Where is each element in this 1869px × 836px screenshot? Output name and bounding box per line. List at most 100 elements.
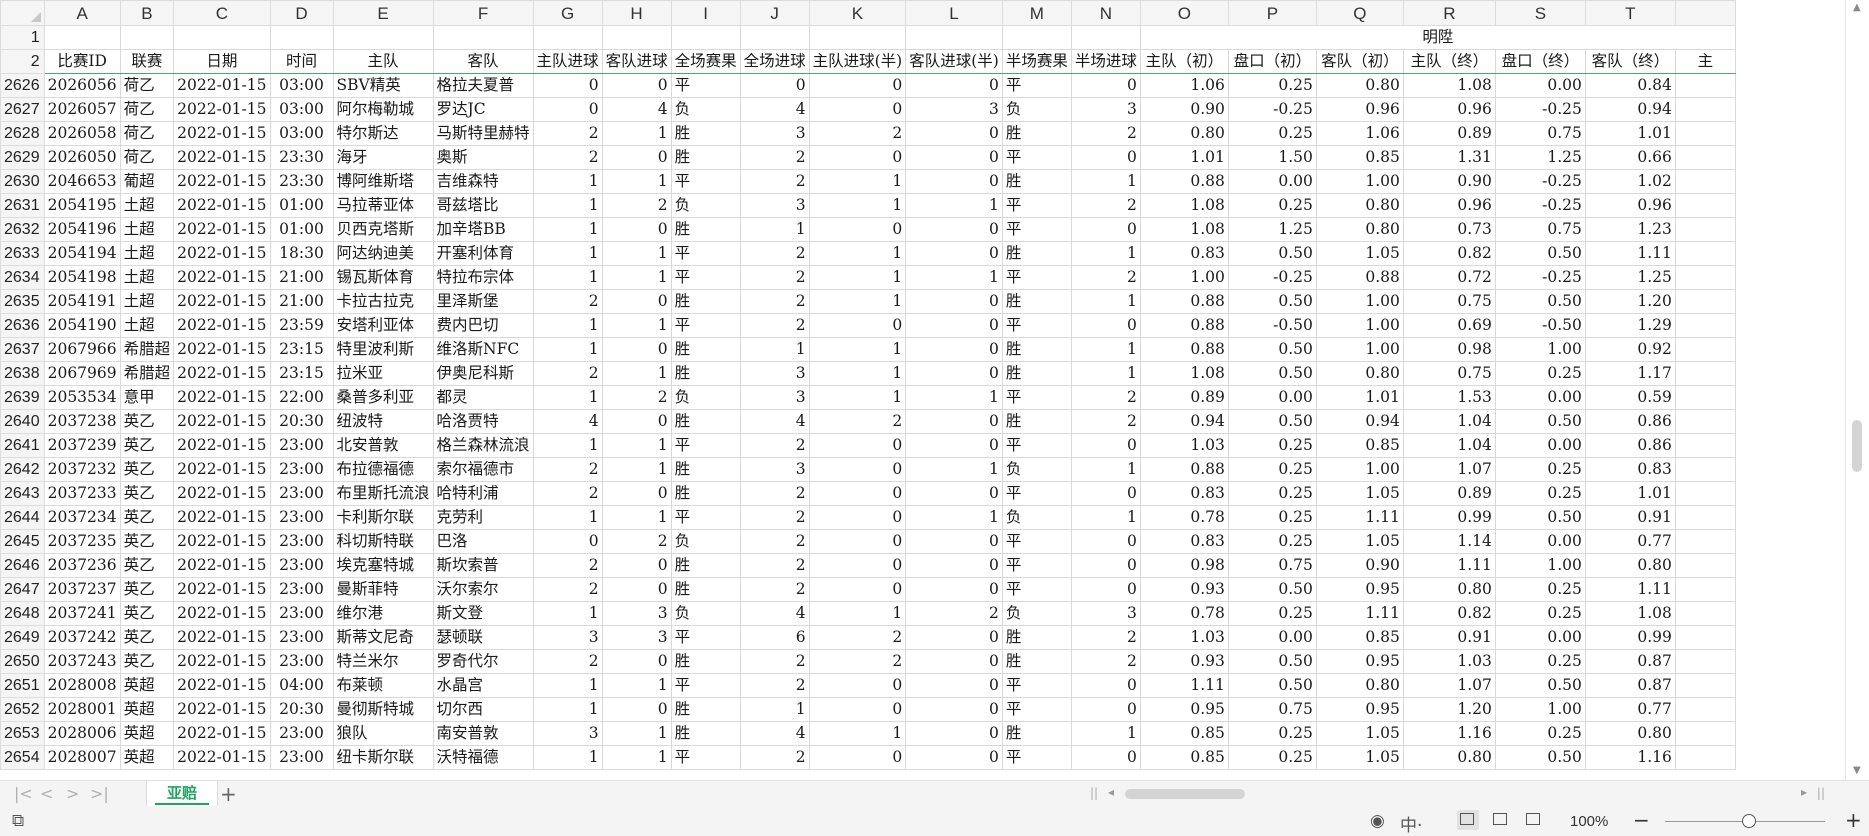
cell[interactable]: 0.72 [1402, 265, 1496, 290]
row-header[interactable]: 2647 [0, 577, 45, 602]
column-header[interactable]: B [119, 0, 175, 26]
page-layout-view-icon[interactable] [1490, 810, 1512, 830]
cell[interactable]: 1 [532, 313, 603, 338]
column-header[interactable]: T [1584, 0, 1676, 26]
cell[interactable] [1674, 121, 1736, 146]
cell[interactable]: 胜 [670, 481, 741, 506]
horizontal-scrollbar[interactable]: || ◂ ▸ || [1090, 785, 1825, 801]
cell[interactable]: 2028007 [43, 745, 121, 770]
cell[interactable]: 2022-01-15 [173, 673, 271, 698]
cell[interactable]: 0 [905, 337, 1003, 362]
cell[interactable]: 1.11 [1584, 241, 1676, 266]
cell[interactable]: 英乙 [119, 625, 175, 650]
row-header[interactable]: 2633 [0, 241, 45, 266]
cell[interactable]: 平 [1001, 433, 1072, 458]
cell[interactable]: 胜 [1001, 121, 1072, 146]
cell[interactable]: 土超 [119, 241, 175, 266]
cell[interactable]: 负 [670, 601, 741, 626]
cell[interactable]: 0.75 [1402, 289, 1496, 314]
cell[interactable]: 2022-01-15 [173, 505, 271, 530]
cell[interactable]: 2022-01-15 [173, 265, 271, 290]
cell[interactable]: 2 [601, 529, 672, 554]
cell[interactable]: 斯蒂文尼奇 [332, 625, 434, 650]
cell[interactable]: 0.50 [1227, 409, 1317, 434]
row-header[interactable]: 2 [0, 49, 45, 74]
cell[interactable]: 0.85 [1315, 625, 1404, 650]
cell[interactable]: 荷乙 [119, 145, 175, 170]
cell[interactable]: 1.31 [1402, 145, 1496, 170]
cell[interactable]: 土超 [119, 265, 175, 290]
cell[interactable]: 0.80 [1139, 121, 1229, 146]
normal-view-icon[interactable] [1457, 810, 1479, 830]
column-header[interactable]: P [1227, 0, 1317, 26]
cell[interactable]: 奥斯 [432, 145, 534, 170]
cell[interactable]: 1 [601, 265, 672, 290]
cell[interactable]: 1.00 [1315, 313, 1404, 338]
cell[interactable] [1674, 409, 1736, 434]
cell[interactable]: 6 [739, 625, 810, 650]
cell[interactable]: 英乙 [119, 433, 175, 458]
cell[interactable]: 1.03 [1402, 649, 1496, 674]
row-header[interactable]: 2640 [0, 409, 45, 434]
cell[interactable]: 1 [532, 505, 603, 530]
row-header[interactable]: 2654 [0, 745, 45, 770]
zoom-slider-knob[interactable] [1742, 814, 1756, 828]
cell[interactable]: 2026050 [43, 145, 121, 170]
cell[interactable]: 0.85 [1139, 721, 1229, 746]
cell[interactable]: 1 [808, 193, 907, 218]
cell[interactable] [1674, 145, 1736, 170]
cell[interactable]: 0.00 [1227, 385, 1317, 410]
cell[interactable]: 2022-01-15 [173, 97, 271, 122]
cell[interactable]: 2022-01-15 [173, 145, 271, 170]
cell[interactable]: 2 [532, 553, 603, 578]
cell[interactable]: -0.25 [1494, 193, 1586, 218]
scroll-right-icon[interactable]: ▸ [1801, 785, 1807, 799]
cell[interactable]: 1.04 [1402, 433, 1496, 458]
cell[interactable]: 0 [601, 649, 672, 674]
cell[interactable]: 胜 [670, 649, 741, 674]
cell[interactable]: 1.01 [1139, 145, 1229, 170]
cell[interactable]: 平 [1001, 481, 1072, 506]
cell[interactable] [1674, 673, 1736, 698]
cell[interactable]: 0.89 [1402, 481, 1496, 506]
cell[interactable]: 费内巴切 [432, 313, 534, 338]
cell[interactable]: 0.88 [1139, 289, 1229, 314]
cell[interactable]: 2028001 [43, 697, 121, 722]
cell[interactable]: 平 [670, 169, 741, 194]
cell[interactable]: 维尔港 [332, 601, 434, 626]
cell[interactable]: 0 [808, 97, 907, 122]
cell[interactable]: 2 [532, 289, 603, 314]
cell[interactable]: 2 [739, 433, 810, 458]
cell[interactable]: 0.96 [1402, 97, 1496, 122]
cell[interactable]: 伊奥尼科斯 [432, 361, 534, 386]
cell[interactable]: 1.05 [1315, 721, 1404, 746]
cell[interactable]: 0.50 [1494, 505, 1586, 530]
cell[interactable]: 1 [1070, 241, 1141, 266]
cell[interactable]: 0.25 [1494, 457, 1586, 482]
cell[interactable]: 胜 [670, 553, 741, 578]
cell[interactable]: 2037242 [43, 625, 121, 650]
cell[interactable]: 0 [1070, 313, 1141, 338]
cell[interactable]: 2037235 [43, 529, 121, 554]
cell[interactable]: 平 [1001, 217, 1072, 242]
row-header[interactable]: 2651 [0, 673, 45, 698]
cell[interactable]: 英乙 [119, 649, 175, 674]
cell[interactable]: 0 [1070, 145, 1141, 170]
merged-group-header[interactable]: 明陞 [1139, 25, 1736, 50]
cell[interactable]: 2 [532, 145, 603, 170]
cell[interactable]: 0.25 [1494, 577, 1586, 602]
header-cell[interactable]: 全场进球 [739, 49, 810, 74]
cell[interactable] [1674, 97, 1736, 122]
cell[interactable]: 1.23 [1584, 217, 1676, 242]
cell[interactable]: 03:00 [269, 121, 334, 146]
cell[interactable]: 0 [905, 625, 1003, 650]
cell[interactable] [1674, 577, 1736, 602]
cell[interactable]: 负 [1001, 457, 1072, 482]
cell[interactable]: 0.00 [1494, 433, 1586, 458]
cell[interactable]: 平 [670, 745, 741, 770]
cell[interactable]: 0.50 [1227, 649, 1317, 674]
cell[interactable]: 0.25 [1494, 649, 1586, 674]
cell[interactable]: 23:30 [269, 169, 334, 194]
header-cell[interactable]: 主 [1674, 49, 1736, 74]
cell[interactable] [1674, 721, 1736, 746]
